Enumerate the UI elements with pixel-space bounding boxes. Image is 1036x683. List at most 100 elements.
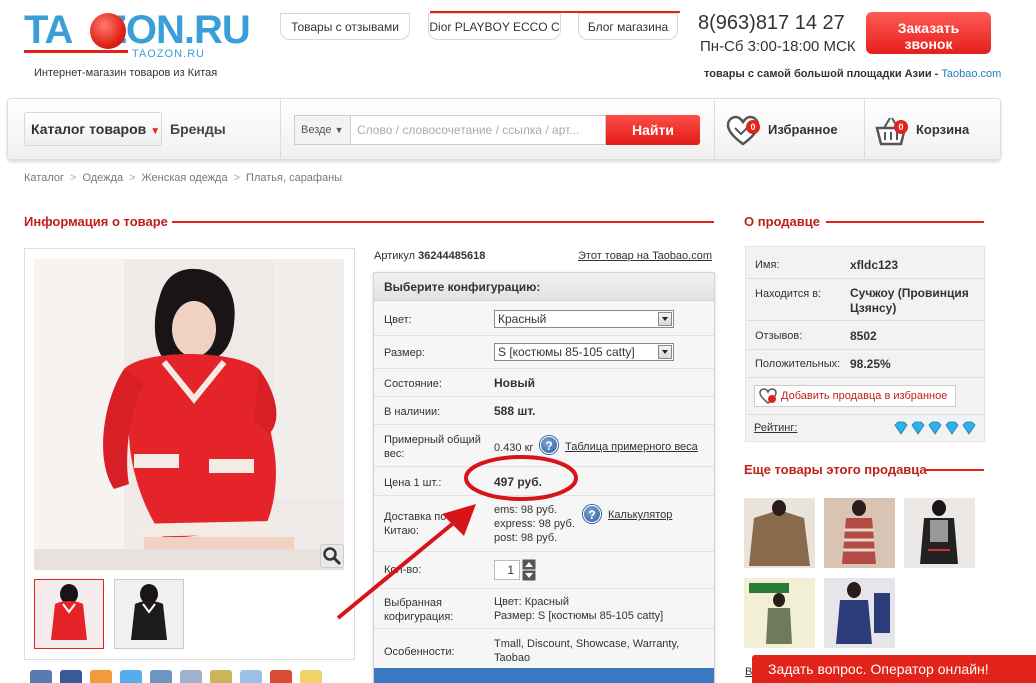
breadcrumb-womens-clothing[interactable]: Женская одежда — [142, 172, 228, 184]
row-divider — [746, 278, 984, 279]
row-divider — [374, 396, 714, 397]
features-label: Особенности: — [384, 646, 455, 658]
color-select[interactable]: Красный — [494, 310, 674, 328]
delivery-express: express: 98 руб. — [494, 518, 575, 530]
google-plus-share-icon[interactable] — [270, 670, 292, 683]
article-label: Артикул — [374, 250, 419, 262]
article-line: Артикул 36244485618 — [374, 250, 485, 262]
dropdown-arrow-icon — [658, 345, 672, 359]
size-label: Размер: — [384, 347, 425, 359]
more-product-thumbnail[interactable] — [824, 498, 895, 568]
logo-domain: TAOZON.RU — [132, 48, 205, 60]
row-divider — [374, 335, 714, 336]
breadcrumb-catalog[interactable]: Каталог — [24, 172, 64, 184]
color-select-value: Красный — [498, 312, 547, 326]
seller-title: О продавце — [744, 214, 820, 229]
favorite-star-share-icon[interactable] — [300, 670, 322, 683]
row-divider — [746, 349, 984, 350]
tab-blog[interactable]: Блог магазина — [578, 13, 678, 40]
seller-info-panel — [745, 246, 985, 442]
add-to-cart-bar[interactable] — [374, 668, 714, 683]
help-question-icon[interactable]: ? — [540, 436, 558, 454]
cart-label: Корзина — [916, 122, 970, 137]
twitter-share-icon[interactable] — [120, 670, 142, 683]
more-product-thumbnail[interactable] — [824, 578, 895, 648]
add-seller-favorite-button[interactable]: Добавить продавца в избранное — [754, 385, 956, 407]
asia-promo-text: товары с самой большой площадки Азии - — [704, 68, 942, 80]
configuration-header: Выберите конфигурацию: — [374, 273, 714, 301]
catalog-label: Каталог товаров — [31, 121, 147, 137]
order-call-button[interactable]: Заказать звонок — [866, 12, 991, 54]
search-scope-select[interactable]: Везде ▼ — [294, 115, 350, 145]
phone-number: 8(963)817 14 27 — [698, 12, 845, 34]
article-number: 36244485618 — [418, 250, 486, 262]
section-rule — [826, 221, 984, 223]
breadcrumb-separator: > — [129, 172, 136, 184]
more-product-thumbnail[interactable] — [744, 578, 815, 648]
taobao-product-link[interactable]: Этот товар на Taobao.com — [578, 250, 712, 262]
breadcrumb-clothing[interactable]: Одежда — [82, 172, 123, 184]
seller-positive-label: Положительных: — [755, 358, 841, 370]
odnoklassniki-share-icon[interactable] — [90, 670, 112, 683]
thumb-black-dress-image — [115, 580, 183, 648]
more-product-thumbnail[interactable] — [904, 498, 975, 568]
quantity-stepper[interactable] — [522, 559, 536, 581]
seller-name-value: xfldc123 — [850, 258, 899, 272]
more-product-thumbnail[interactable] — [744, 498, 815, 568]
size-select-value: S [костюмы 85-105 catty] — [498, 345, 635, 359]
site-logo[interactable]: TAOZON.RU TAOZON.RU — [24, 8, 251, 66]
annotation-arrow-icon — [336, 504, 476, 620]
condition-value: Новый — [494, 376, 535, 390]
seller-reviews-label: Отзывов: — [755, 330, 803, 342]
features-value: Tmall, Discount, Showcase, Warranty, Tao… — [494, 638, 680, 664]
delivery-post: post: 98 руб. — [494, 532, 558, 544]
size-select[interactable]: S [костюмы 85-105 catty] — [494, 343, 674, 361]
cart-count-badge: 0 — [894, 120, 908, 134]
breadcrumb: Каталог > Одежда > Женская одежда > Платья, са… — [24, 172, 342, 184]
livejournal-share-icon[interactable] — [180, 670, 202, 683]
row-divider — [746, 320, 984, 321]
online-chat-button[interactable]: Задать вопрос. Оператор онлайн! — [752, 655, 1036, 683]
color-label: Цвет: — [384, 314, 412, 326]
seller-reviews-value: 8502 — [850, 329, 877, 343]
breadcrumb-dresses[interactable]: Платья, сарафаны — [246, 172, 342, 184]
brands-link[interactable]: Бренды — [170, 121, 226, 137]
product-thumbnail[interactable] — [114, 579, 184, 649]
section-rule — [172, 221, 714, 223]
houndstooth-dress-image — [904, 498, 975, 568]
help-question-icon[interactable]: ? — [583, 505, 601, 523]
row-divider — [746, 377, 984, 378]
asia-promo: товары с самой большой площадки Азии - T… — [704, 68, 1001, 80]
dropdown-arrow-icon — [658, 312, 672, 326]
product-thumbnail[interactable] — [34, 579, 104, 649]
moimir-share-icon[interactable] — [150, 670, 172, 683]
product-main-image[interactable] — [34, 259, 344, 570]
vk-share-icon[interactable] — [30, 670, 52, 683]
brown-cardigan-image — [744, 498, 815, 568]
vest-outfit-image — [744, 578, 815, 648]
search-button[interactable]: Найти — [606, 115, 700, 145]
section-rule — [924, 469, 984, 471]
rating-diamonds-icon — [894, 421, 976, 435]
tab-reviewed-products[interactable]: Товары с отзывами — [280, 13, 410, 40]
order-call-label: Заказать звонок — [897, 19, 960, 52]
yaru-share-icon[interactable] — [210, 670, 232, 683]
weight-table-link[interactable]: Таблица примерного веса — [565, 441, 698, 453]
seller-rating-label[interactable]: Рейтинг: — [754, 422, 797, 434]
bookmark-share-icon[interactable] — [240, 670, 262, 683]
favorites-link[interactable]: 0 Избранное — [726, 114, 846, 148]
blue-sweater-image — [824, 578, 895, 648]
search-input[interactable] — [350, 115, 606, 145]
quantity-input[interactable]: 1 — [494, 560, 520, 580]
more-products-title: Еще товары этого продавца — [744, 462, 927, 477]
seller-name-label: Имя: — [755, 259, 780, 271]
facebook-share-icon[interactable] — [60, 670, 82, 683]
catalog-dropdown-button[interactable]: Каталог товаров ▼ — [24, 112, 162, 146]
dress-photo-image — [34, 259, 344, 570]
heart-icon — [759, 388, 777, 404]
calculator-link[interactable]: Калькулятор — [608, 509, 672, 521]
site-tagline: Интернет-магазин товаров из Китая — [34, 67, 218, 79]
tab-brands-marquee[interactable]: Dior PLAYBOY ECCO C — [428, 13, 561, 40]
taobao-header-link[interactable]: Taobao.com — [941, 68, 1001, 80]
cart-link[interactable]: 0 Корзина — [874, 114, 994, 148]
